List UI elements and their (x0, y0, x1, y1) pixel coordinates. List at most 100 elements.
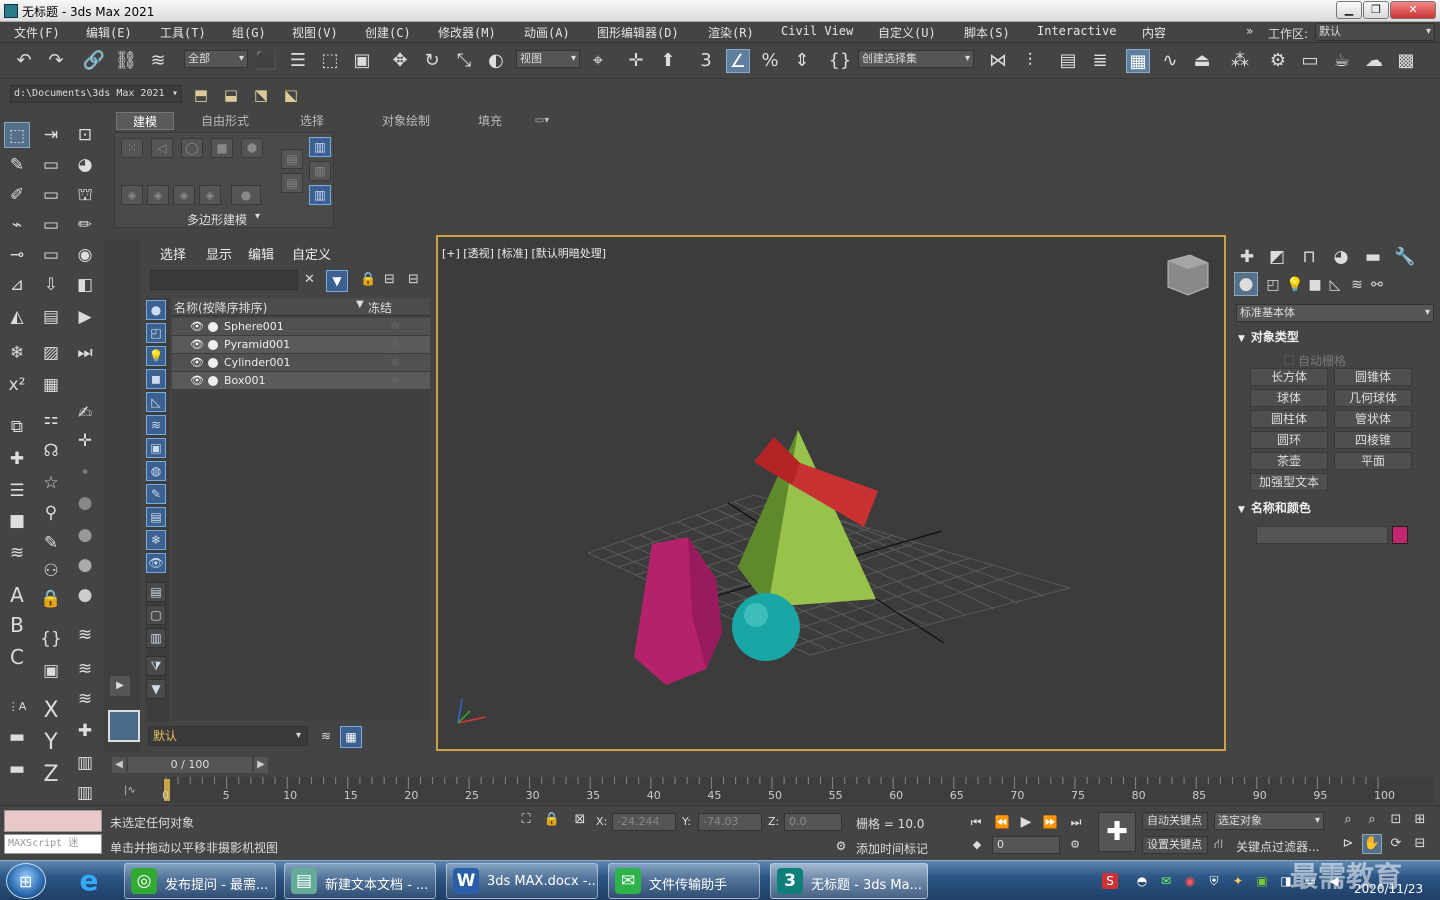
key-set-dropdown[interactable]: 选定对象 (1214, 812, 1324, 830)
chevron-down-icon[interactable]: ▾ (255, 211, 260, 222)
collapse-icon[interactable]: ▼ (1238, 334, 1245, 344)
fov-icon[interactable]: ⊳ (1338, 834, 1358, 854)
window-crossing-icon[interactable]: ▣ (350, 49, 374, 73)
eye-icon[interactable]: 👁 (190, 356, 204, 369)
toggle-layer-explorer-icon[interactable]: ≣ (1088, 49, 1112, 73)
disc4-icon[interactable]: ● (72, 582, 98, 608)
layer-edit-icon[interactable]: ▨ (38, 340, 64, 366)
zoom-extents-icon[interactable]: ⊡ (1386, 810, 1406, 830)
poly-side1-icon[interactable]: ▤ (281, 149, 303, 169)
sphere-tool-icon[interactable]: ◉ (72, 242, 98, 268)
menu-edit[interactable]: 编辑(E) (86, 24, 132, 41)
nvidia-icon[interactable]: ▣ (1254, 873, 1270, 889)
axis-y-icon[interactable]: Y (38, 730, 64, 756)
play-next-icon[interactable]: ⏭ (72, 340, 98, 366)
text-a-icon[interactable]: A (4, 582, 30, 608)
table-row[interactable]: 👁 Cylinder001 ❄ (172, 354, 430, 372)
rendered-frame-icon[interactable]: ▭ (1298, 49, 1322, 73)
explorer-menu-edit[interactable]: 编辑 (248, 244, 274, 263)
motion-tab-icon[interactable]: ◕ (1328, 244, 1354, 270)
task-4[interactable]: ✉ 文件传输助手 (608, 863, 760, 899)
z-coordinate-field[interactable]: 0.0 (784, 813, 842, 831)
hierarchy-tab-icon[interactable]: ⊓ (1296, 244, 1322, 270)
key-filters-button[interactable]: 关键点过滤器... (1236, 838, 1319, 855)
explorer-search-input[interactable] (150, 270, 298, 290)
project-path-dropdown[interactable]: d:\Documents\3ds Max 2021 (10, 85, 182, 103)
menu-graph-editors[interactable]: 图形编辑器(D) (597, 24, 679, 41)
minimize-button[interactable]: ▁ (1336, 1, 1362, 19)
perspective-viewport[interactable]: [+] [透视] [标准] [默认明暗处理] (436, 235, 1226, 751)
key-mode-icon[interactable]: ◆ (968, 836, 986, 854)
menu-content[interactable]: 内容 (1142, 24, 1166, 41)
rect-selection-icon[interactable]: ⬚ (318, 49, 342, 73)
task-2[interactable]: ▤ 新建文本文档 - ... (284, 863, 436, 899)
poly-tool4-icon[interactable]: ◈ (199, 185, 221, 205)
selection-lock-icon[interactable]: 🔒 (542, 810, 562, 830)
freeze-icon[interactable]: ❄ (390, 373, 400, 387)
qq-icon[interactable]: ◓ (1134, 873, 1150, 889)
reference-coord-dropdown[interactable]: 视图 (516, 50, 580, 68)
play-icon[interactable]: ▶ (1016, 812, 1036, 832)
layer-chevron-icon[interactable]: ▾ (296, 730, 301, 741)
column-name[interactable]: 名称(按降序排序) (174, 299, 267, 316)
display-tab-icon[interactable]: ▬ (1360, 244, 1386, 270)
named-selection-set-dropdown[interactable]: 创建选择集 (858, 50, 974, 68)
box-button[interactable]: 长方体 (1250, 368, 1328, 386)
eye-icon[interactable]: 👁 (190, 338, 204, 351)
eye-icon[interactable]: 👁 (190, 320, 204, 333)
circle-select-icon[interactable]: ⊸ (4, 242, 30, 268)
modify-tab-icon[interactable]: ◩ (1264, 244, 1290, 270)
star-icon[interactable]: ☆ (38, 470, 64, 496)
rollout-name-color[interactable]: ▼ 名称和颜色 (1238, 499, 1430, 519)
set-key-big-button[interactable]: ✚ (1098, 812, 1136, 852)
pivot-center-icon[interactable]: ⌖ (586, 49, 610, 73)
eye-icon[interactable]: 👁 (190, 374, 204, 387)
shield-icon[interactable]: ⛨ (1206, 873, 1222, 889)
autogrid-checkbox[interactable]: 自动栅格 (1284, 352, 1404, 368)
layers-icon[interactable]: ☰ (4, 478, 30, 504)
braces-icon[interactable]: {} (38, 626, 64, 652)
select-by-name-icon[interactable]: ☰ (286, 49, 310, 73)
angle-snap-icon[interactable]: ∠ (726, 49, 750, 73)
explorer-empty-area[interactable] (172, 390, 430, 720)
time-prev-icon[interactable]: ◀ (112, 757, 126, 773)
tube-button[interactable]: 管状体 (1334, 410, 1412, 428)
add-icon[interactable]: ✚ (72, 718, 98, 744)
paint-select-icon[interactable]: ◭ (4, 304, 30, 330)
pages2-icon[interactable]: ▥ (72, 780, 98, 806)
weibo-icon[interactable]: ◉ (1182, 873, 1198, 889)
start-button[interactable]: ⊞ (6, 863, 46, 899)
link-icon[interactable]: 🔗 (82, 49, 106, 73)
menu-interactive[interactable]: Interactive (1037, 24, 1116, 38)
poly-side4-icon[interactable]: ▥ (309, 161, 331, 181)
task-3[interactable]: W 3ds MAX.docx -... (446, 863, 598, 899)
curve-editor-icon[interactable]: ∿ (1158, 49, 1182, 73)
lock-icon[interactable]: 🔒 (38, 586, 64, 612)
absolute-mode-icon[interactable]: ⊠ (570, 810, 590, 830)
poly-face-icon[interactable]: ■ (211, 138, 233, 158)
layers-yellow-icon[interactable]: ≋ (72, 686, 98, 712)
unlink-icon[interactable]: ⛓ (114, 49, 138, 73)
add-time-tag[interactable]: 添加时间标记 (856, 840, 928, 857)
place-icon[interactable]: ◐ (484, 49, 508, 73)
dotted-a-icon[interactable]: ⋮A (4, 694, 30, 720)
explorer-thumb[interactable] (108, 710, 140, 742)
layer-icon[interactable]: ▭ (38, 152, 64, 178)
time-next-icon[interactable]: ▶ (254, 757, 268, 773)
category-dropdown[interactable]: 标准基本体 (1236, 304, 1434, 322)
maximize-button[interactable]: ❐ (1363, 1, 1389, 19)
render-setup-icon[interactable]: ⚙ (1266, 49, 1290, 73)
filter-icon[interactable]: ▼ (326, 270, 348, 292)
save-project-icon[interactable]: ⬔ (250, 84, 272, 106)
poly-tool5-icon[interactable]: ● (231, 185, 261, 205)
container-filter-icon[interactable]: ▤ (146, 507, 166, 527)
geometry-filter-icon[interactable]: ● (146, 300, 166, 320)
fence-icon[interactable]: ⌁ (4, 212, 30, 238)
filter2-icon[interactable]: ⧩ (146, 656, 166, 676)
column-frozen[interactable]: 冻结 (368, 299, 392, 316)
teapot-button[interactable]: 茶壶 (1250, 452, 1328, 470)
ruler-icon[interactable]: ▬ (4, 724, 30, 750)
spinner-snap-icon[interactable]: ⇕ (790, 49, 814, 73)
zoom-all-icon[interactable]: ⌕ (1362, 810, 1382, 830)
set-key-button[interactable]: 设置关键点 (1142, 836, 1208, 854)
